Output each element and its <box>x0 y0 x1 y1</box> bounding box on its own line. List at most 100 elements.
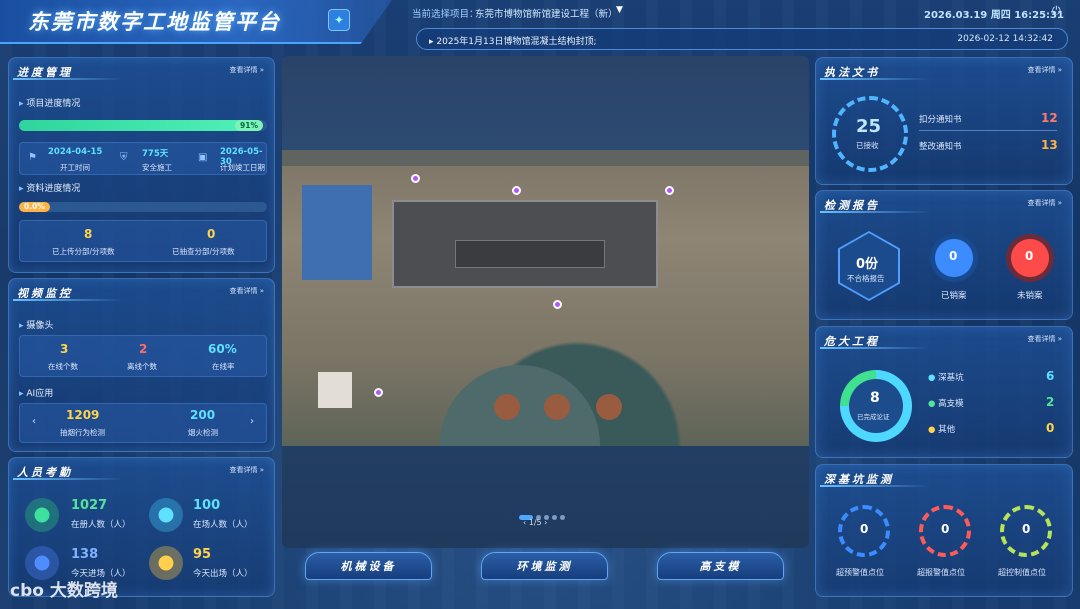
carousel-pager[interactable]: ‹ 1/5 › <box>523 518 547 527</box>
danger-item-value: 0 <box>1046 421 1055 435</box>
title-underline <box>820 347 930 349</box>
camera-pin-icon[interactable] <box>512 186 521 195</box>
law-panel: 执法文书 查看详情 » 25 已接收 扣分通知书 12 整改通知书 13 <box>815 57 1073 185</box>
danger-panel: 危大工程 查看详情 » 8 已完成论证 ● 深基坑 6 ● 高支模 2 ● 其他… <box>815 326 1073 458</box>
pit-value: 0 <box>860 522 869 536</box>
received-label: 已接收 <box>856 141 879 150</box>
blue-roof-buildings <box>302 185 372 280</box>
notice-bar[interactable]: ▸ 2025年1月13日博物馆混凝土结构封顶; 2026-02-12 14:32… <box>416 28 1068 50</box>
rate-label: 在线率 <box>212 362 235 371</box>
progress-fill <box>19 120 245 131</box>
datetime: 2026.03.19 周四 16:25:31 <box>924 10 1064 21</box>
plaza-disc <box>544 394 570 420</box>
fire-label: 烟火检测 <box>188 428 218 437</box>
danger-item-formwork: ● 高支模 <box>928 399 964 409</box>
calendar-icon: ▣ <box>198 152 208 163</box>
rectify-label: 整改通知书 <box>919 142 962 152</box>
more-link[interactable]: 查看详情 » <box>1027 198 1062 208</box>
online-count: 3 <box>60 342 69 356</box>
checked-label: 已抽查分部/分项数 <box>172 247 235 256</box>
notice-time: 2026-02-12 14:32:42 <box>957 34 1053 44</box>
danger-total: 8 <box>870 390 880 406</box>
plaza-disc <box>596 394 622 420</box>
shield-icon: ⛨ <box>120 152 128 163</box>
exit-count: 95 <box>193 547 212 562</box>
formwork-button[interactable]: 高支模 <box>657 552 784 580</box>
pit-label: 超报警值点位 <box>917 568 965 577</box>
exit-icon <box>149 546 183 580</box>
prev-arrow-icon[interactable]: ‹ <box>32 416 36 427</box>
subheading: 资料进度情况 <box>19 181 80 194</box>
switch-icon[interactable]: ✦ <box>328 9 350 31</box>
white-building <box>318 372 352 408</box>
camera-row: 3 在线个数 2 离线个数 60% 在线率 <box>19 335 267 377</box>
divider <box>919 130 1057 131</box>
report-panel: 检测报告 查看详情 » 0份 不合格报告 0 已销案 0 未销案 <box>815 190 1073 320</box>
subheading: 项目进度情况 <box>19 96 80 109</box>
more-link[interactable]: 查看详情 » <box>1027 65 1062 75</box>
project-selector[interactable]: 东莞市博物馆新馆建设工程（新） <box>475 6 618 20</box>
unclosed-count: 0 <box>1025 249 1034 263</box>
title-underline <box>13 78 123 80</box>
checked-count: 0 <box>207 227 216 241</box>
dashboard-root: 东莞市数字工地监管平台 ✦ 当前选择项目： 东莞市博物馆新馆建设工程（新） ▼ … <box>0 0 1080 609</box>
plaza-disc <box>494 394 520 420</box>
registered-label: 在册人数（人） <box>71 520 131 530</box>
chevron-down-icon[interactable]: ▼ <box>616 5 623 15</box>
registered-icon <box>25 498 59 532</box>
onsite-label: 在场人数（人） <box>193 520 253 530</box>
project-label: 当前选择项目： <box>412 9 479 20</box>
date-row: ⚑ 2024-04-15 开工时间 ⛨ 775天 安全施工 ▣ 2026-05-… <box>19 142 267 175</box>
header: 东莞市数字工地监管平台 ✦ 当前选择项目： 东莞市博物馆新馆建设工程（新） ▼ … <box>0 0 1080 52</box>
watermark-text: 大数跨境 <box>49 581 118 601</box>
deduct-label: 扣分通知书 <box>919 115 962 125</box>
uploaded-count: 8 <box>84 227 93 241</box>
doc-progress-percent: 0.0% <box>19 202 50 212</box>
offline-label: 离线个数 <box>127 362 157 371</box>
title-underline <box>820 78 930 80</box>
closed-count: 0 <box>949 249 958 263</box>
danger-item-label: 高支模 <box>938 399 964 409</box>
title-underline <box>820 485 930 487</box>
safe-days: 775天 <box>142 149 169 159</box>
danger-item-value: 2 <box>1046 395 1055 409</box>
more-link[interactable]: 查看详情 » <box>229 65 264 75</box>
doc-stats-row: 8 已上传分部/分项数 0 已抽查分部/分项数 <box>19 220 267 262</box>
online-rate: 60% <box>208 342 237 356</box>
pit-label: 超控制值点位 <box>998 568 1046 577</box>
end-label: 计划竣工日期 <box>220 163 265 172</box>
camera-pin-icon[interactable] <box>411 174 420 183</box>
danger-item-label: 其他 <box>938 425 956 435</box>
more-link[interactable]: 查看详情 » <box>1027 334 1062 344</box>
unqualified-label: 不合格报告 <box>847 274 885 283</box>
power-icon[interactable]: ⏻ <box>1052 4 1061 18</box>
notice-text: ▸ 2025年1月13日博物馆混凝土结构封顶; <box>429 37 597 47</box>
more-link[interactable]: 查看详情 » <box>229 465 264 475</box>
next-arrow-icon[interactable]: › <box>250 416 254 427</box>
danger-item-label: 深基坑 <box>938 373 964 383</box>
camera-pin-icon[interactable] <box>553 300 562 309</box>
smoke-label: 抽烟行为检测 <box>60 428 105 437</box>
camera-pin-icon[interactable] <box>665 186 674 195</box>
progress-track: 91% <box>19 120 267 131</box>
progress-panel: 进度管理 查看详情 » 项目进度情况 91% ⚑ 2024-04-15 开工时间… <box>8 57 275 273</box>
progress-percent: 91% <box>235 120 263 131</box>
onsite-icon <box>149 498 183 532</box>
camera-pin-icon[interactable] <box>374 388 383 397</box>
building-core <box>455 240 605 268</box>
offline-count: 2 <box>139 342 148 356</box>
pit-value: 0 <box>941 522 950 536</box>
title-underline <box>13 299 123 301</box>
received-count: 25 <box>856 116 882 137</box>
exit-label: 今天出场（人） <box>193 569 253 579</box>
environment-button[interactable]: 环境监测 <box>481 552 608 580</box>
enter-icon <box>25 546 59 580</box>
more-link[interactable]: 查看详情 » <box>229 286 264 296</box>
title-underline <box>820 211 930 213</box>
fire-count: 200 <box>190 408 216 422</box>
machinery-button[interactable]: 机械设备 <box>305 552 432 580</box>
onsite-count: 100 <box>193 498 221 513</box>
danger-item-value: 6 <box>1046 369 1055 383</box>
start-label: 开工时间 <box>60 163 90 172</box>
video-panel: 视频监控 查看详情 » 摄像头 3 在线个数 2 离线个数 60% 在线率 AI… <box>8 278 275 452</box>
